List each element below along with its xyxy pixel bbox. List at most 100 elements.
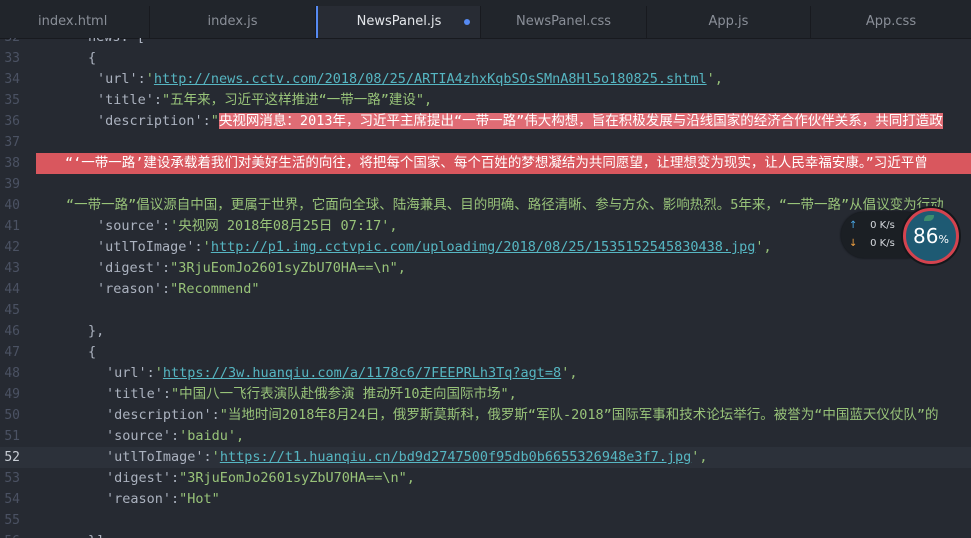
- code-quote: ': [202, 239, 211, 255]
- line-number: 53: [4, 471, 20, 486]
- code-line: 50 'description':"当地时间2018年8月24日，俄罗斯莫斯科，俄…: [0, 405, 971, 426]
- code-text: 'digest':"3RjuEomJo2601syZbU70HA==\n",: [106, 468, 415, 489]
- memory-gauge[interactable]: 86%: [903, 208, 959, 264]
- line-number: 44: [4, 282, 20, 297]
- line-number: 48: [4, 366, 20, 381]
- code-text: 'source':'央视网 2018年08月25日 07:17',: [97, 216, 397, 237]
- tab-index-js[interactable]: index.js: [150, 6, 316, 38]
- code-text: {: [88, 50, 97, 66]
- code-key: 'source':: [97, 218, 171, 234]
- line-number: 38: [4, 156, 20, 171]
- line-number: 37: [4, 135, 20, 150]
- code-key: 'digest':: [97, 260, 171, 276]
- code-line: 49 'title':"中国八一飞行表演队赴俄参演 推动歼10走向国际市场",: [0, 384, 971, 405]
- code-quote: ',: [691, 449, 708, 465]
- tab-label: App.js: [708, 14, 749, 29]
- code-link[interactable]: https://3w.huanqiu.com/a/1178c6/7FEEPRLh…: [163, 365, 561, 381]
- code-quote: ': [211, 449, 220, 465]
- download-speed-value: 0 K/s: [870, 238, 895, 249]
- upload-speed: ↑ 0 K/s: [849, 218, 895, 234]
- code-key: 'utlToImage':: [97, 239, 203, 255]
- arrow-down-icon: ↓: [849, 238, 858, 249]
- code-text: }]: [88, 531, 104, 538]
- network-monitor-widget[interactable]: ↑ 0 K/s ↓ 0 K/s 86%: [841, 206, 967, 266]
- code-link[interactable]: https://t1.huanqiu.cn/bd9d2747500f95db0b…: [220, 449, 691, 465]
- line-number: 39: [4, 177, 20, 192]
- line-number: 55: [4, 513, 20, 528]
- code-quote: ': [154, 365, 163, 381]
- code-quote: ',: [561, 365, 578, 381]
- code-line: 38 “‘一带一路’建设承载着我们对美好生活的向往，将把每个国家、每个百姓的梦想凝…: [0, 153, 971, 174]
- line-number: 49: [4, 387, 20, 402]
- code-link[interactable]: http://p1.img.cctvpic.com/uploadimg/2018…: [211, 239, 756, 255]
- code-key: 'reason':: [106, 491, 180, 507]
- tab-app-js[interactable]: App.js: [647, 6, 811, 38]
- code-line: 41 'source':'央视网 2018年08月25日 07:17',: [0, 216, 971, 237]
- code-line: 37: [0, 132, 971, 153]
- code-line: 34 'url':'http://news.cctv.com/2018/08/25…: [0, 69, 971, 90]
- code-text: “‘一带一路’建设承载着我们对美好生活的向往，将把每个国家、每个百姓的梦想凝结为…: [65, 155, 928, 171]
- code-line: 53 'digest':"3RjuEomJo2601syZbU70HA==\n",: [0, 468, 971, 489]
- code-text: news: [: [88, 38, 145, 48]
- code-line: 54 'reason':"Hot": [0, 489, 971, 510]
- code-key: 'description':: [97, 113, 211, 129]
- code-text: 'source':'baidu',: [106, 426, 244, 447]
- code-link[interactable]: http://news.cctv.com/2018/08/25/ARTIA4zh…: [154, 71, 707, 87]
- code-line: 47 {: [0, 342, 971, 363]
- code-line: 39: [0, 174, 971, 195]
- code-line-current: 52 'utlToImage':'https://t1.huanqiu.cn/bd…: [0, 447, 971, 468]
- code-quote: ',: [755, 239, 772, 255]
- code-line: 51 'source':'baidu',: [0, 426, 971, 447]
- download-speed: ↓ 0 K/s: [849, 236, 895, 252]
- code-key: 'digest':: [106, 470, 180, 486]
- code-line: 46},: [0, 321, 971, 342]
- code-line: 36 'description':"央视网消息：2013年，习近平主席提出“一带一…: [0, 111, 971, 132]
- line-number: 56: [0, 531, 20, 538]
- code-line: 35 'title':"五年来，习近平这样推进“一带一路”建设",: [0, 90, 971, 111]
- line-number: 40: [4, 198, 20, 213]
- line-number: 43: [4, 261, 20, 276]
- tab-label: NewsPanel.js: [356, 14, 442, 29]
- line-number: 45: [4, 303, 20, 318]
- code-line: 55: [0, 510, 971, 531]
- error-highlight: 央视网消息：2013年，习近平主席提出“一带一路”伟大构想，旨在积极发展与沿线国…: [218, 113, 943, 129]
- line-number: 47: [4, 345, 20, 360]
- code-string: "3RjuEomJo2601syZbU70HA==\n",: [179, 470, 415, 486]
- tab-newspanel-css[interactable]: NewsPanel.css: [481, 6, 647, 38]
- code-text: 'reason':"Recommend": [97, 279, 260, 300]
- code-line: 43 'digest':"3RjuEomJo2601syZbU70HA==\n",: [0, 258, 971, 279]
- code-text: 'title':"五年来，习近平这样推进“一带一路”建设",: [97, 90, 432, 111]
- code-text: 'description':"央视网消息：2013年，习近平主席提出“一带一路”…: [97, 111, 943, 132]
- code-text: 'url':'http://news.cctv.com/2018/08/25/A…: [97, 69, 723, 90]
- code-text: },: [88, 323, 105, 339]
- code-text: 'title':"中国八一飞行表演队赴俄参演 推动歼10走向国际市场",: [106, 384, 517, 405]
- code-text: 'url':'https://3w.huanqiu.com/a/1178c6/7…: [106, 363, 577, 384]
- line-number: 52: [4, 450, 20, 465]
- tab-label: App.css: [865, 14, 917, 29]
- code-text: 'reason':"Hot": [106, 489, 220, 510]
- line-number: 36: [4, 114, 20, 129]
- code-string: "当地时间2018年8月24日，俄罗斯莫斯科，俄罗斯“军队-2018”国际军事和…: [219, 407, 939, 423]
- code-key: 'reason':: [97, 281, 171, 297]
- tab-index-html[interactable]: index.html: [0, 6, 150, 38]
- line-number: 54: [4, 492, 20, 507]
- code-string: 'baidu',: [179, 428, 245, 444]
- tab-label: NewsPanel.css: [515, 14, 612, 29]
- line-number: 34: [4, 72, 20, 87]
- modified-dot-icon: [464, 19, 470, 25]
- tab-newspanel-js[interactable]: NewsPanel.js: [316, 6, 481, 38]
- code-line: 44 'reason':"Recommend": [0, 279, 971, 300]
- code-key: 'title':: [106, 386, 172, 402]
- code-key: 'title':: [97, 92, 163, 108]
- error-highlight-row: “‘一带一路’建设承载着我们对美好生活的向往，将把每个国家、每个百姓的梦想凝结为…: [36, 153, 971, 174]
- tab-app-css[interactable]: App.css: [811, 6, 971, 38]
- tab-label: index.js: [207, 14, 258, 29]
- code-line: 32 news: [: [0, 38, 971, 48]
- code-text: {: [88, 344, 97, 360]
- code-string: "Recommend": [170, 281, 260, 297]
- code-text: “一带一路”倡议源自中国，更属于世界，它面向全球、陆海兼具、目的明确、路径清晰、…: [66, 197, 944, 213]
- code-key: 'source':: [106, 428, 180, 444]
- line-number: 51: [4, 429, 20, 444]
- arrow-up-icon: ↑: [849, 220, 858, 231]
- code-editor[interactable]: 32news: [ 33{ 34'url':'http://news.cctv.…: [0, 38, 971, 538]
